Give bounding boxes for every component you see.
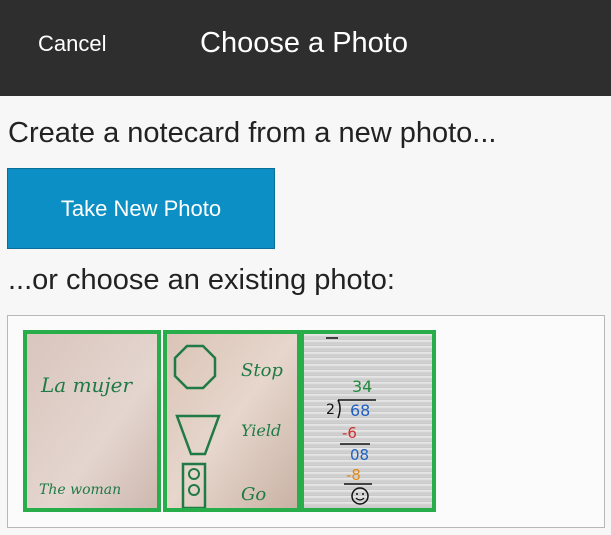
new-photo-prompt: Create a notecard from a new photo... (8, 117, 497, 149)
photo-traffic-signs-image: Stop Yield Go (167, 334, 297, 508)
photo-gallery: La mujer The woman Stop Yield Go 34 2 68… (7, 315, 605, 528)
division-subtract-2: -8 (346, 466, 361, 484)
division-divisor: 2 (326, 402, 335, 418)
cancel-button[interactable]: Cancel (38, 31, 106, 57)
top-app-bar: Cancel Choose a Photo (0, 0, 611, 96)
photo-la-mujer-image: La mujer The woman (27, 334, 157, 508)
photo-label-yield: Yield (241, 421, 281, 440)
photo-thumbnail-long-division[interactable]: 34 2 68 -6 08 -8 (300, 330, 436, 512)
take-new-photo-button[interactable]: Take New Photo (7, 168, 275, 249)
photo-la-mujer-bottom-text: The woman (39, 482, 121, 498)
division-dividend: 68 (350, 401, 370, 420)
division-subtract-1: -6 (342, 424, 357, 442)
division-remainder-step: 08 (350, 446, 369, 464)
photo-label-go: Go (241, 484, 266, 505)
page-title: Choose a Photo (200, 27, 408, 59)
photo-thumbnail-traffic-signs[interactable]: Stop Yield Go (163, 330, 301, 512)
photo-long-division-image: 34 2 68 -6 08 -8 (304, 334, 432, 508)
division-quotient: 34 (352, 377, 372, 396)
existing-photo-prompt: ...or choose an existing photo: (8, 264, 395, 296)
photo-thumbnail-la-mujer[interactable]: La mujer The woman (23, 330, 161, 512)
photo-la-mujer-top-text: La mujer (40, 373, 133, 397)
photo-label-stop: Stop (241, 360, 283, 381)
